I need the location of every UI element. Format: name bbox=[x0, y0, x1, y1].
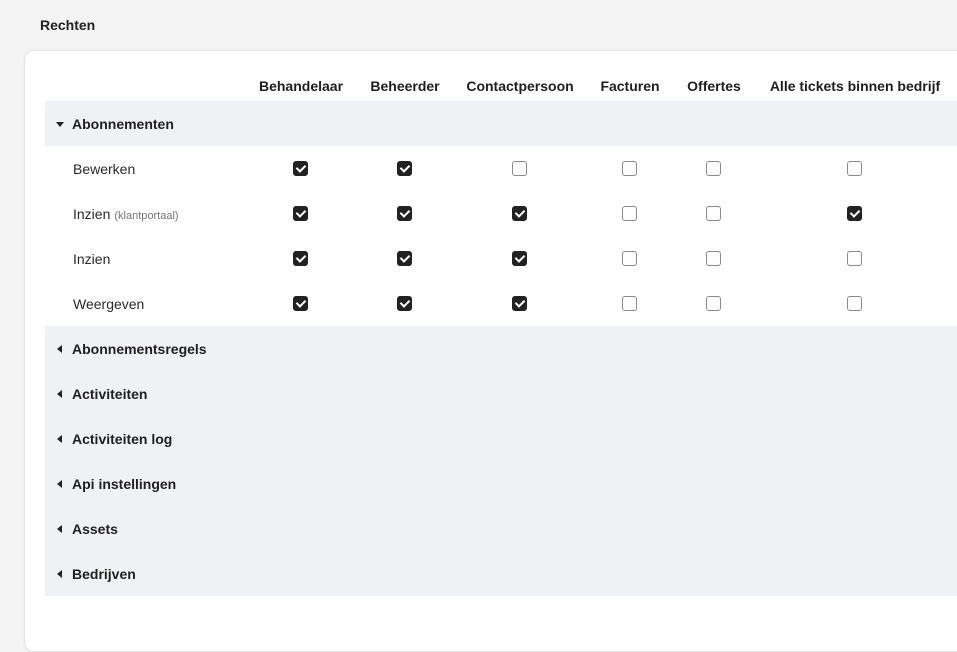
group-label: Abonnementsregels bbox=[72, 340, 207, 357]
table-row: Inzien bbox=[45, 236, 957, 281]
group-row[interactable]: Bedrijven bbox=[45, 551, 957, 596]
column-header-contactpersoon: Contactpersoon bbox=[466, 78, 574, 94]
permission-checkbox[interactable] bbox=[622, 250, 637, 266]
permission-checkbox[interactable] bbox=[512, 205, 527, 221]
permission-checkbox[interactable] bbox=[706, 205, 721, 221]
table-row: Weergeven bbox=[45, 281, 957, 326]
permission-checkbox[interactable] bbox=[847, 160, 862, 176]
table-row: Bewerken bbox=[45, 146, 957, 191]
caret-left-icon bbox=[57, 344, 62, 353]
group-row[interactable]: Api instellingen bbox=[45, 461, 957, 506]
caret-left-icon bbox=[57, 479, 62, 488]
permission-checkbox[interactable] bbox=[293, 160, 308, 176]
group-label: Abonnementen bbox=[72, 115, 174, 132]
group-row[interactable]: Assets bbox=[45, 506, 957, 551]
permission-checkbox[interactable] bbox=[397, 205, 412, 221]
permissions-table: Behandelaar Beheerder Contactpersoon Fac… bbox=[45, 51, 957, 596]
permissions-card: Behandelaar Beheerder Contactpersoon Fac… bbox=[24, 50, 957, 652]
column-header-facturen: Facturen bbox=[600, 78, 660, 94]
permission-label: Bewerken bbox=[73, 161, 135, 177]
group-label: Api instellingen bbox=[72, 475, 177, 492]
column-headers: Behandelaar Beheerder Contactpersoon Fac… bbox=[45, 51, 957, 101]
permission-label: Inzien bbox=[73, 251, 110, 267]
group-row[interactable]: Activiteiten bbox=[45, 371, 957, 416]
permission-name: Inzien bbox=[73, 205, 111, 222]
permission-checkbox[interactable] bbox=[706, 160, 721, 176]
permission-checkbox[interactable] bbox=[847, 205, 862, 221]
caret-down-icon bbox=[56, 121, 64, 127]
caret-left-icon bbox=[57, 389, 62, 398]
permission-checkbox[interactable] bbox=[293, 205, 308, 221]
permission-checkbox[interactable] bbox=[512, 160, 527, 176]
permission-checkbox[interactable] bbox=[512, 250, 527, 266]
group-label: Assets bbox=[72, 520, 118, 537]
permission-name: Inzien bbox=[73, 250, 111, 267]
caret-left-icon bbox=[57, 569, 62, 578]
permission-label: Inzien (klantportaal) bbox=[73, 206, 179, 222]
group-row[interactable]: Activiteiten log bbox=[45, 416, 957, 461]
group-row[interactable]: Abonnementsregels bbox=[45, 326, 957, 371]
permission-checkbox[interactable] bbox=[293, 250, 308, 266]
permission-label: Weergeven bbox=[73, 296, 144, 312]
permission-checkbox[interactable] bbox=[622, 160, 637, 176]
permission-sublabel: (klantportaal) bbox=[114, 209, 179, 222]
permission-checkbox[interactable] bbox=[847, 250, 862, 266]
permission-name: Bewerken bbox=[73, 160, 136, 177]
column-header-offertes: Offertes bbox=[687, 78, 741, 94]
permission-checkbox[interactable] bbox=[293, 295, 308, 311]
permission-checkbox[interactable] bbox=[706, 295, 721, 311]
permission-checkbox[interactable] bbox=[397, 295, 412, 311]
column-header-behandelaar: Behandelaar bbox=[258, 78, 344, 94]
column-header-beheerder: Beheerder bbox=[370, 78, 440, 94]
permission-checkbox[interactable] bbox=[622, 295, 637, 311]
group-label: Activiteiten bbox=[72, 385, 148, 402]
permission-checkbox[interactable] bbox=[397, 160, 412, 176]
caret-left-icon bbox=[57, 524, 62, 533]
group-label: Activiteiten log bbox=[72, 430, 173, 447]
permission-checkbox[interactable] bbox=[512, 295, 527, 311]
group-label: Bedrijven bbox=[72, 565, 136, 582]
permission-checkbox[interactable] bbox=[706, 250, 721, 266]
group-abonnementen[interactable]: Abonnementen bbox=[45, 101, 957, 146]
permission-name: Weergeven bbox=[73, 295, 145, 312]
column-header-alle-tickets: Alle tickets binnen bedrijf bbox=[769, 78, 941, 94]
page-title: Rechten bbox=[40, 17, 96, 33]
caret-left-icon bbox=[57, 434, 62, 443]
permission-checkbox[interactable] bbox=[622, 205, 637, 221]
permission-checkbox[interactable] bbox=[397, 250, 412, 266]
table-row: Inzien (klantportaal) bbox=[45, 191, 957, 236]
permission-checkbox[interactable] bbox=[847, 295, 862, 311]
